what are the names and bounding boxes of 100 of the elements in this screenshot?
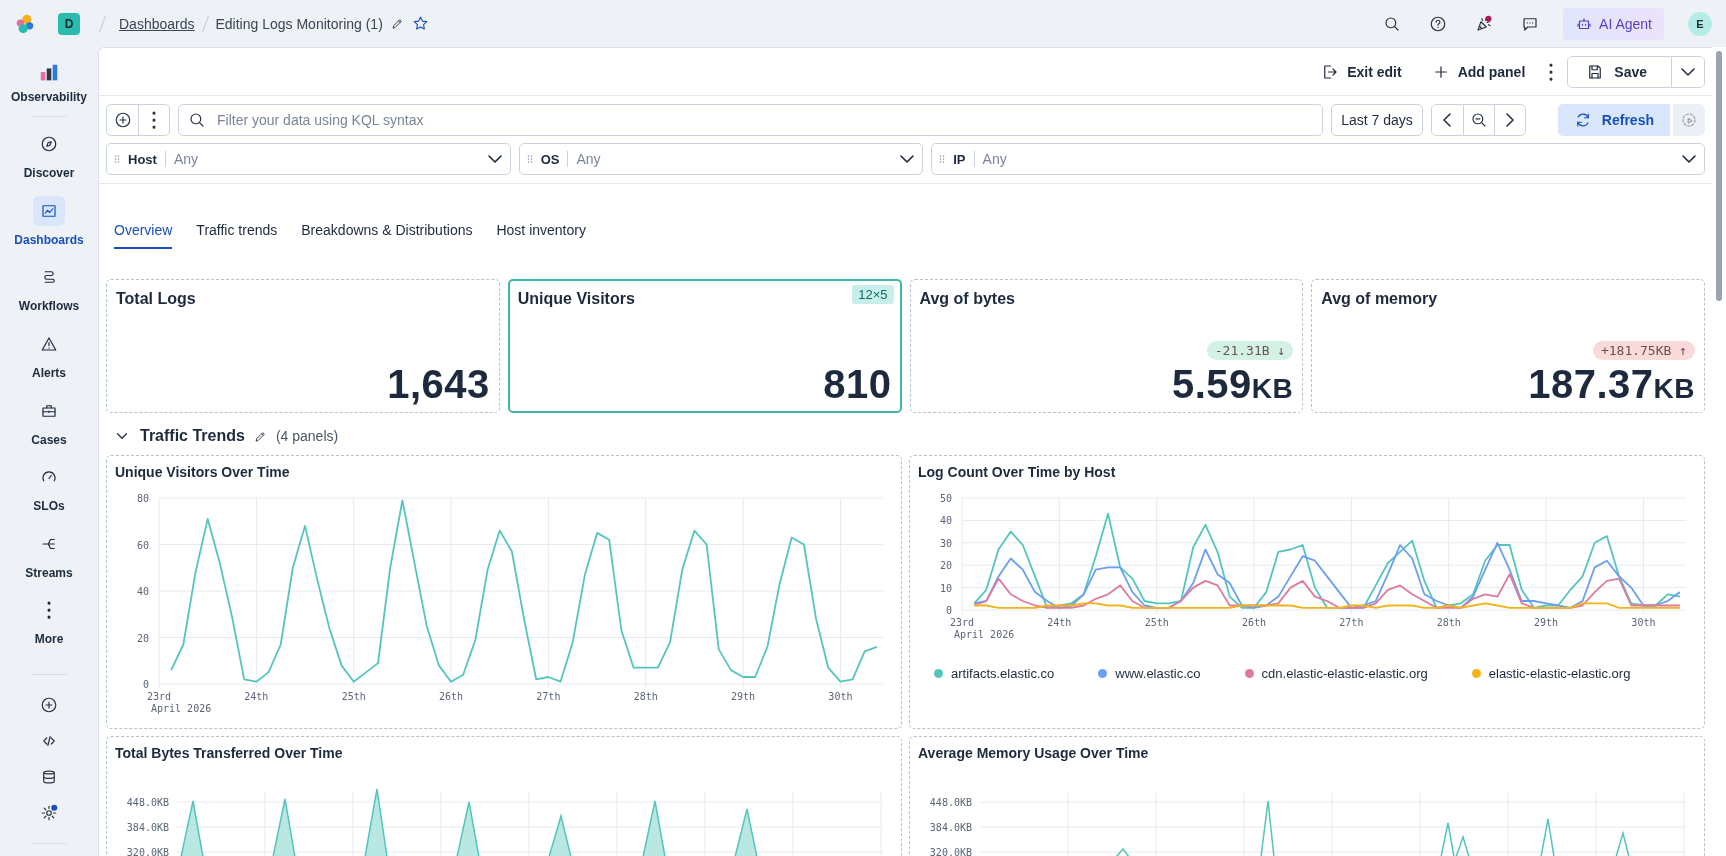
tab[interactable]: Breakdowns & Distributions (301, 222, 473, 249)
plus-circle-icon (113, 111, 132, 129)
area-peak (548, 813, 572, 856)
y-tick-label: 0 (945, 605, 952, 616)
x-tick-label: 24th (244, 691, 269, 702)
app-name: Observability (11, 90, 87, 104)
search-icon (188, 111, 206, 129)
add-icon[interactable] (40, 696, 58, 714)
more-icon[interactable] (1549, 62, 1554, 81)
area-peak (364, 788, 388, 856)
query-search-field[interactable]: Filter your data using KQL syntax (178, 104, 1324, 136)
x-tick-label: 26th (1242, 617, 1267, 628)
x-tick-label: 30th (1631, 617, 1656, 628)
tab[interactable]: Host inventory (496, 222, 586, 249)
help-icon[interactable] (1429, 14, 1448, 33)
settings-icon[interactable] (40, 804, 58, 822)
panel-count: (4 panels) (275, 428, 339, 444)
logo[interactable] (14, 12, 36, 35)
y-tick-label: 60 (136, 539, 149, 551)
nav-item[interactable]: Cases (4, 395, 94, 463)
nav-item[interactable]: Dashboards (4, 195, 94, 263)
x-tick-label: 30th (828, 691, 853, 702)
star-icon[interactable] (411, 15, 429, 32)
area-peak (734, 808, 758, 856)
metric-title: Avg of bytes (919, 290, 1015, 308)
metric-value: 810 (823, 364, 892, 404)
metric-value: 5.59KB (1171, 364, 1294, 404)
database-icon[interactable] (40, 768, 58, 786)
control-dropdown[interactable]: OS Any (518, 143, 924, 175)
pencil-icon[interactable] (390, 17, 404, 30)
chevron-down-icon (900, 155, 915, 163)
metric-panel[interactable]: Unique Visitors 12×5 810 (507, 279, 902, 413)
y-tick-label: 0 (142, 679, 149, 690)
date-range-button[interactable]: Last 7 days (1331, 104, 1423, 136)
y-tick-label: 10 (939, 582, 952, 594)
nav-item[interactable]: More (4, 595, 94, 662)
space-avatar[interactable]: D (58, 12, 80, 35)
legend-label[interactable]: www.elastic.co (1115, 666, 1201, 681)
chart-title: Unique Visitors Over Time (115, 464, 290, 480)
chevron-down-icon (1682, 155, 1696, 163)
nav-item[interactable]: Discover (4, 129, 94, 196)
legend-label[interactable]: elastic-elastic-elastic.org (1488, 666, 1631, 681)
control-dropdown[interactable]: Host Any (106, 143, 511, 175)
next-button[interactable] (1493, 105, 1525, 135)
x-tick-label: 29th (731, 691, 756, 702)
metric-value: 1,643 (387, 364, 490, 404)
metric-panel[interactable]: Total Logs 1,643 (106, 279, 500, 413)
x-tick-label: 28th (633, 691, 658, 702)
party-popper-icon[interactable] (1475, 14, 1494, 33)
control-dropdown[interactable]: IP Any (931, 143, 1705, 175)
trend-badge: -21.31B ↓ (1206, 341, 1294, 360)
legend-label[interactable]: artifacts.elastic.co (951, 666, 1055, 681)
x-tick-label: 25th (1144, 617, 1169, 628)
scrollbar[interactable] (1716, 51, 1722, 301)
save-button[interactable]: Save (1568, 56, 1672, 87)
exit-edit-button[interactable]: Exit edit (1311, 62, 1412, 81)
metric-title: Total Logs (116, 290, 196, 308)
metric-panel[interactable]: Avg of memory +181.75KB ↑ 187.37KB (1311, 279, 1705, 413)
metric-title: Avg of memory (1321, 290, 1438, 308)
y-tick-label: 20 (136, 632, 149, 644)
legend-label[interactable]: cdn.elastic-elastic-elastic.org (1261, 666, 1428, 681)
y-tick-label: 40 (136, 586, 149, 597)
chevron-left-icon (1443, 113, 1452, 127)
nav-item[interactable]: Workflows (4, 262, 94, 329)
x-axis-caption: April 2026 (151, 703, 212, 714)
metric-title: Unique Visitors (517, 290, 635, 308)
refresh-button[interactable]: Refresh (1557, 104, 1670, 136)
x-tick-label: 24th (1047, 617, 1072, 628)
nav-item[interactable]: SLOs (4, 462, 94, 529)
more-icon (152, 111, 156, 129)
x-tick-label: 29th (1534, 617, 1559, 628)
y-tick-label: 448.0KB (126, 797, 169, 808)
pencil-icon[interactable] (253, 429, 267, 443)
y-tick-label: 320.0KB (126, 847, 169, 856)
area-peak (272, 798, 296, 856)
y-tick-label: 320.0KB (929, 847, 972, 856)
x-tick-label: 26th (439, 691, 464, 702)
trend-badge: +181.75KB ↑ (1592, 341, 1695, 360)
breadcrumb-link[interactable]: Dashboards (119, 15, 195, 32)
line-spike (1540, 818, 1555, 856)
x-tick-label: 25th (341, 691, 366, 702)
nav-item[interactable]: Alerts (4, 328, 94, 396)
nav-item[interactable]: Streams (4, 528, 94, 596)
tab[interactable]: Traffic trends (196, 222, 278, 249)
y-tick-label: 384.0KB (929, 822, 972, 833)
play-icon (1680, 111, 1698, 129)
metric-panel[interactable]: Avg of bytes -21.31B ↓ 5.59KB (909, 279, 1304, 413)
chart-title: Average Memory Usage Over Time (918, 745, 1149, 761)
area-peak (180, 800, 204, 856)
ai-agent-button[interactable]: AI Agent (1563, 7, 1664, 40)
chart-title: Log Count Over Time by Host (918, 464, 1116, 480)
add-panel-button[interactable]: Add panel (1421, 62, 1536, 81)
area-peak (456, 801, 480, 856)
tab[interactable]: Overview (114, 222, 173, 249)
line-spike (1260, 800, 1275, 856)
user-avatar[interactable]: E (1688, 11, 1712, 36)
y-tick-label: 80 (136, 493, 149, 504)
y-tick-label: 40 (939, 515, 952, 527)
y-tick-label: 448.0KB (929, 797, 972, 808)
area-peak (642, 800, 666, 856)
